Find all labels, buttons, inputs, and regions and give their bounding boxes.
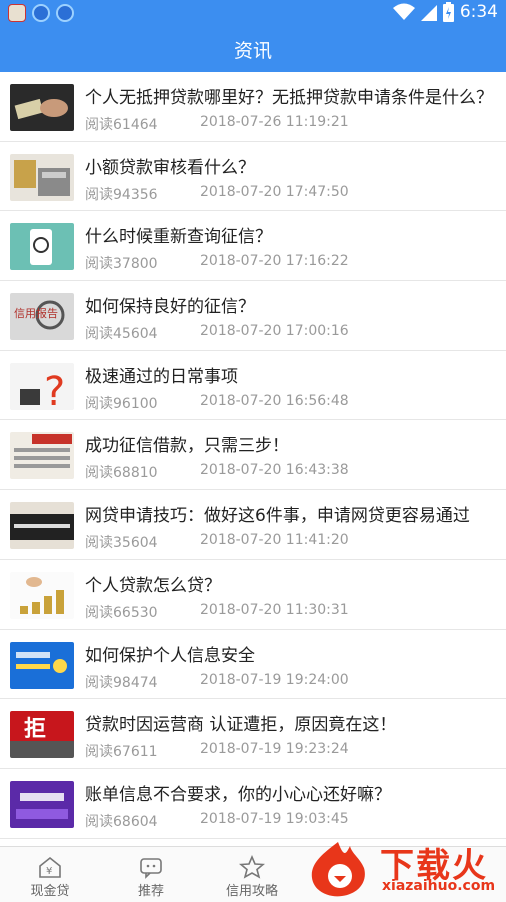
- article-date: 2018-07-20 17:00:16: [200, 323, 349, 340]
- chat-icon: [140, 858, 162, 879]
- article-title: 如何保护个人信息安全: [85, 645, 255, 666]
- list-item[interactable]: 账单信息不合要求，你的小心心还好嘛？ 阅读68604 2018-07-19 19…: [0, 769, 506, 839]
- notification-icons: [8, 4, 74, 22]
- article-read-count: 阅读37800: [85, 256, 158, 273]
- article-read-count: 阅读94356: [85, 186, 158, 203]
- article-title: 个人贷款怎么贷？: [85, 575, 221, 596]
- article-read-count: 阅读61464: [85, 117, 158, 133]
- article-read-count: 阅读68604: [85, 813, 158, 830]
- article-title: 什么时候重新查询征信？: [85, 227, 272, 248]
- app-notification-icon: [56, 4, 74, 22]
- article-date: 2018-07-20 16:56:48: [200, 392, 349, 409]
- article-read-count: 阅读68810: [85, 465, 158, 482]
- thumbnail-reject-text: 拒: [24, 717, 46, 742]
- article-title: 网贷申请技巧：做好这6件事，申请网贷更容易通过: [85, 506, 470, 527]
- list-item[interactable]: ? 极速通过的日常事项 阅读96100 2018-07-20 16:56:48: [0, 351, 506, 421]
- article-title: 个人无抵押贷款哪里好？无抵押贷款申请条件是什么？: [85, 88, 493, 108]
- home-yen-icon: ¥: [39, 856, 61, 878]
- article-thumbnail: [10, 571, 74, 619]
- article-date: 2018-07-20 11:41:20: [200, 532, 349, 549]
- list-item[interactable]: 如何保护个人信息安全 阅读98474 2018-07-19 19:24:00: [0, 630, 506, 700]
- status-bar: 6:34: [0, 0, 506, 26]
- article-read-count: 阅读96100: [85, 395, 158, 412]
- watermark: 下载火 xiazaihuo.com: [300, 836, 506, 901]
- list-item[interactable]: 小额贷款审核看什么？ 阅读94356 2018-07-20 17:47:50: [0, 142, 506, 212]
- article-title: 小额贷款审核看什么？: [85, 157, 255, 178]
- clock: 6:34: [459, 2, 498, 22]
- article-title: 贷款时因运营商 认证遭拒，原因竟在这！: [85, 715, 397, 736]
- battery-icon: [442, 2, 454, 22]
- article-date: 2018-07-19 19:23:24: [200, 741, 349, 758]
- tab-credit-guide[interactable]: 信用攻略: [202, 847, 302, 902]
- list-item[interactable]: 网贷申请技巧：做好这6件事，申请网贷更容易通过 阅读35604 2018-07-…: [0, 490, 506, 560]
- article-title: 如何保持良好的征信？: [85, 297, 255, 318]
- article-date: 2018-07-20 16:43:38: [200, 462, 349, 479]
- list-item[interactable]: 个人贷款怎么贷？ 阅读66530 2018-07-20 11:30:31: [0, 560, 506, 630]
- article-thumbnail: 拒: [10, 711, 74, 759]
- article-title: 极速通过的日常事项: [85, 366, 238, 387]
- page-title: 资讯: [233, 39, 272, 62]
- svg-text:¥: ¥: [46, 866, 52, 877]
- article-date: 2018-07-20 11:30:31: [200, 601, 349, 618]
- list-item[interactable]: 信用报告 如何保持良好的征信？ 阅读45604 2018-07-20 17:00…: [0, 281, 506, 351]
- article-thumbnail: [10, 223, 74, 271]
- article-date: 2018-07-26 11:19:21: [200, 114, 349, 130]
- article-thumbnail: [10, 153, 74, 201]
- list-item[interactable]: 个人无抵押贷款哪里好？无抵押贷款申请条件是什么？ 阅读61464 2018-07…: [0, 72, 506, 142]
- article-list: 个人无抵押贷款哪里好？无抵押贷款申请条件是什么？ 阅读61464 2018-07…: [0, 72, 506, 839]
- thumbnail-credit-report-text: 信用报告: [14, 306, 58, 320]
- tab-cash-loan[interactable]: ¥ 现金贷: [0, 847, 100, 902]
- signal-icon: [420, 5, 437, 21]
- list-item[interactable]: 拒 贷款时因运营商 认证遭拒，原因竟在这！ 阅读67611 2018-07-19…: [0, 699, 506, 769]
- article-thumbnail: [10, 502, 74, 550]
- article-read-count: 阅读98474: [85, 674, 158, 691]
- article-read-count: 阅读67611: [85, 744, 158, 761]
- article-title: 账单信息不合要求，你的小心心还好嘛？: [85, 784, 391, 805]
- article-read-count: 阅读35604: [85, 535, 158, 552]
- article-date: 2018-07-20 17:47:50: [200, 183, 349, 200]
- app-bar: 资讯: [0, 26, 506, 72]
- tab-label: 信用攻略: [225, 884, 278, 899]
- article-read-count: 阅读66530: [85, 604, 158, 621]
- tab-label: 推荐: [137, 884, 164, 899]
- article-thumbnail: [10, 84, 74, 131]
- app-notification-icon: [32, 4, 50, 22]
- list-item[interactable]: 什么时候重新查询征信？ 阅读37800 2018-07-20 17:16:22: [0, 211, 506, 282]
- article-thumbnail: ?: [10, 362, 74, 410]
- article-title: 成功征信借款，只需三步！: [85, 436, 289, 457]
- watermark-url: xiazaihuo.com: [382, 878, 496, 894]
- article-date: 2018-07-20 17:16:22: [200, 253, 349, 270]
- article-thumbnail: [10, 432, 74, 480]
- flame-logo-icon: [311, 842, 365, 897]
- wifi-icon: [392, 3, 415, 20]
- article-date: 2018-07-19 19:24:00: [200, 671, 349, 688]
- article-thumbnail: [10, 641, 74, 689]
- svg-text:?: ?: [44, 369, 65, 410]
- app-notification-icon: [8, 4, 26, 22]
- article-thumbnail: [10, 780, 74, 828]
- star-icon: [239, 855, 265, 879]
- article-read-count: 阅读45604: [85, 326, 158, 343]
- article-thumbnail: 信用报告: [10, 293, 74, 341]
- article-date: 2018-07-19 19:03:45: [200, 810, 349, 827]
- list-item[interactable]: 成功征信借款，只需三步！ 阅读68810 2018-07-20 16:43:38: [0, 420, 506, 491]
- tab-label: 现金贷: [30, 884, 70, 899]
- tab-recommend[interactable]: 推荐: [101, 847, 201, 902]
